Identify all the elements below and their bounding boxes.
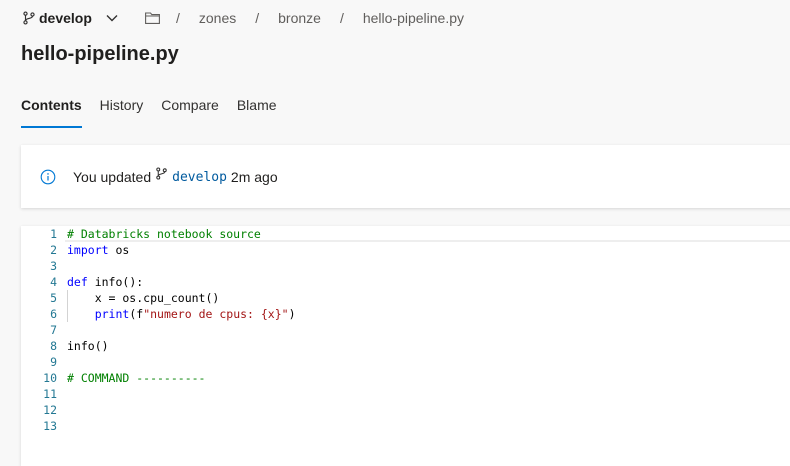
code-token: (f — [129, 307, 144, 321]
code-token: info(): — [87, 275, 144, 289]
code-text: import os — [67, 242, 129, 258]
code-token: x = os.cpu_count() — [67, 291, 220, 305]
code-token: "numero de cpus: {x}" — [143, 307, 289, 321]
banner-time: 2m ago — [230, 169, 278, 185]
breadcrumb-separator: / — [339, 10, 344, 26]
page-title: hello-pipeline.py — [21, 43, 179, 65]
breadcrumb-bronze[interactable]: bronze — [278, 10, 321, 26]
line-number: 8 — [50, 339, 57, 353]
code-text: x = os.cpu_count() — [67, 290, 220, 306]
code-token: # Databricks notebook source — [67, 227, 261, 241]
file-tabs: Contents History Compare Blame — [21, 97, 295, 128]
chevron-down-icon — [106, 15, 118, 22]
code-editor[interactable]: 1 # Databricks notebook source 2 import os 3… — [21, 226, 790, 466]
code-text: # COMMAND ---------- — [67, 370, 205, 386]
tab-compare[interactable]: Compare — [161, 97, 219, 128]
branch-selector[interactable]: develop — [22, 10, 118, 26]
code-token: print — [94, 307, 130, 321]
line-number: 10 — [43, 371, 57, 385]
git-branch-icon — [156, 166, 167, 180]
tab-history[interactable]: History — [100, 97, 144, 128]
line-number: 1 — [50, 227, 57, 241]
code-text: # Databricks notebook source — [67, 226, 261, 242]
tab-contents[interactable]: Contents — [21, 97, 82, 128]
code-token: ) — [288, 307, 296, 321]
branch-name: develop — [39, 10, 92, 26]
breadcrumb: / zones / bronze / hello-pipeline.py — [145, 10, 483, 26]
line-number: 6 — [50, 307, 57, 321]
line-number: 4 — [50, 275, 57, 289]
tab-blame[interactable]: Blame — [237, 97, 277, 128]
line-number: 3 — [50, 259, 57, 273]
banner-branch-link[interactable]: develop — [172, 170, 227, 185]
top-bar: develop / zones / bronze / hello-pipelin… — [0, 0, 790, 36]
code-token: import — [67, 243, 109, 257]
info-icon — [40, 169, 56, 185]
code-token: # COMMAND ---------- — [67, 371, 206, 385]
breadcrumb-zones[interactable]: zones — [199, 10, 236, 26]
banner-message: You updated develop 2m ago — [73, 166, 278, 185]
line-number: 5 — [50, 291, 57, 305]
line-number: 12 — [43, 403, 57, 417]
line-number: 9 — [50, 355, 57, 369]
indent-guide — [67, 290, 68, 322]
breadcrumb-separator: / — [176, 10, 180, 26]
breadcrumb-file[interactable]: hello-pipeline.py — [363, 10, 464, 26]
code-text: print(f"numero de cpus: {x}") — [67, 306, 296, 322]
code-token: def — [67, 275, 88, 289]
folder-icon[interactable] — [145, 12, 160, 24]
code-text: def info(): — [67, 274, 143, 290]
code-token: info() — [67, 339, 109, 353]
code-token: os — [108, 243, 130, 257]
breadcrumb-separator: / — [255, 10, 260, 26]
line-number: 13 — [43, 419, 57, 433]
line-number: 2 — [50, 243, 57, 257]
code-text: info() — [67, 338, 109, 354]
update-banner: You updated develop 2m ago — [21, 145, 790, 208]
line-number: 7 — [50, 323, 57, 337]
banner-prefix: You updated — [73, 169, 152, 185]
git-branch-icon — [23, 11, 35, 25]
line-number: 11 — [43, 387, 57, 401]
